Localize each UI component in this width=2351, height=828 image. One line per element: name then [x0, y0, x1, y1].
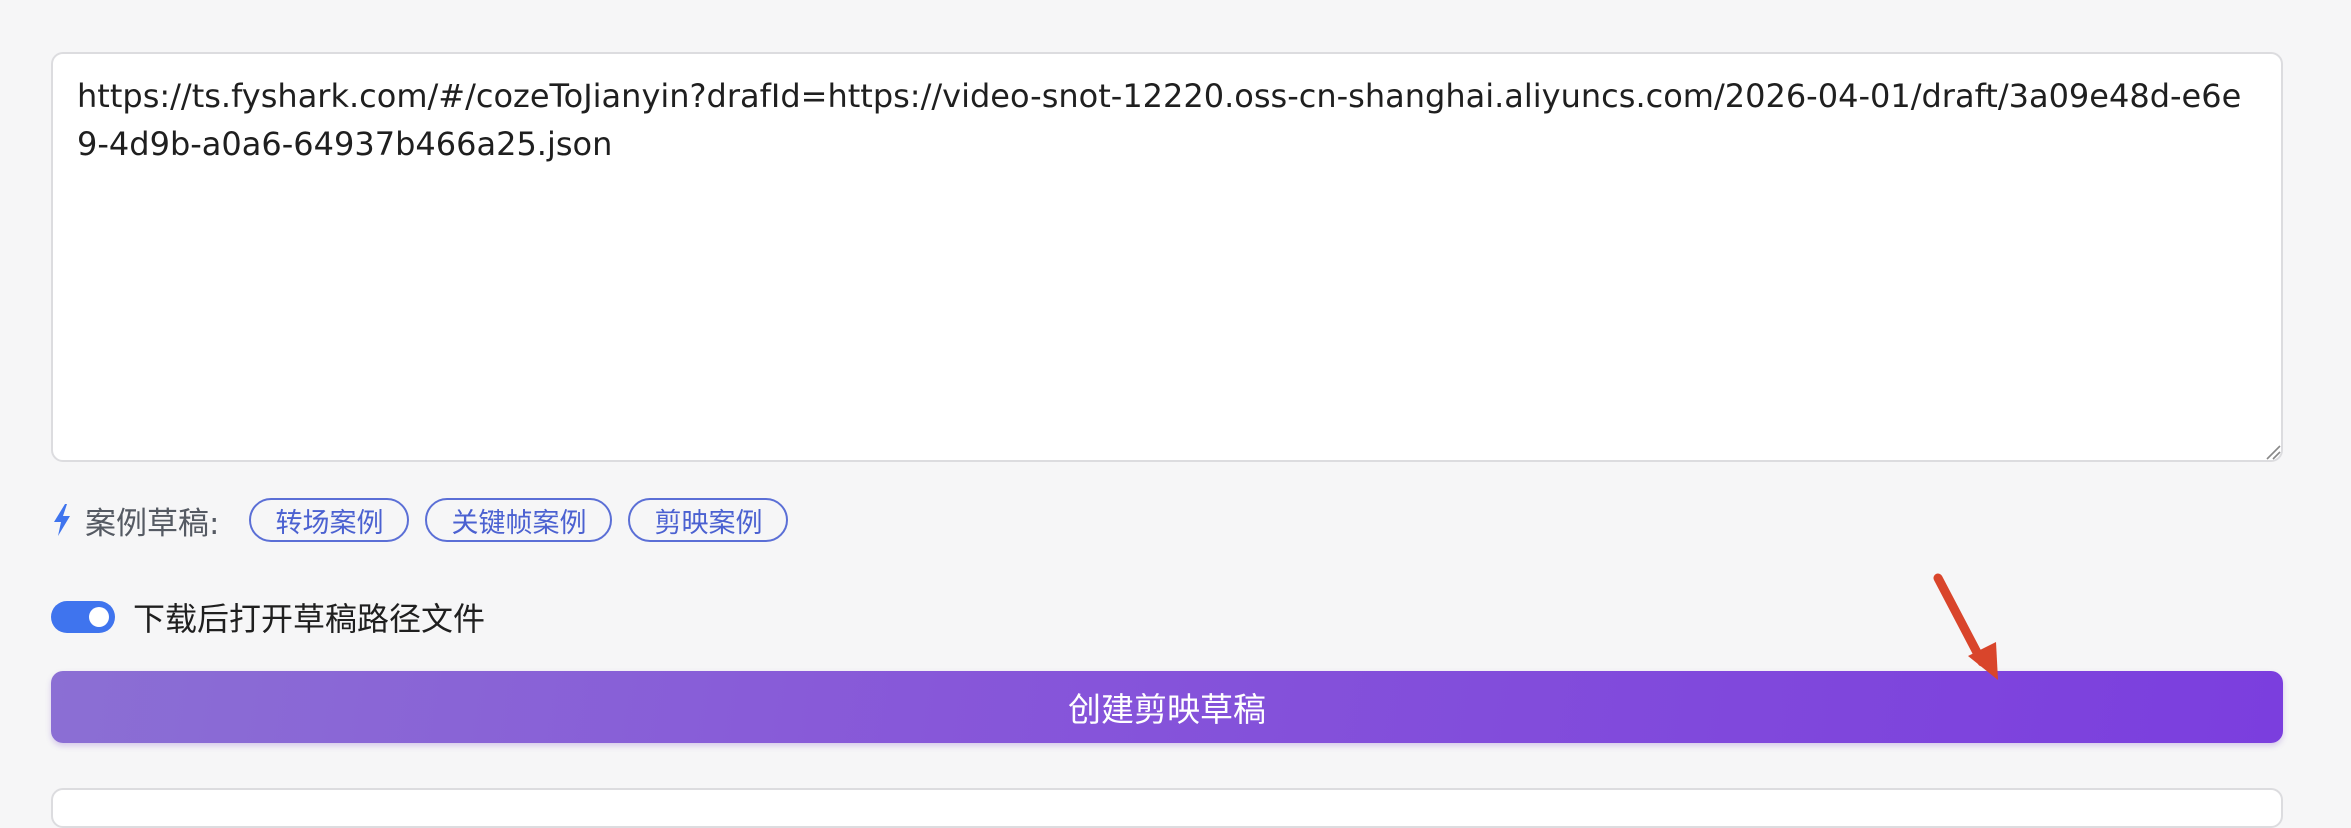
example-chip-keyframe[interactable]: 关键帧案例	[425, 498, 613, 542]
result-panel	[51, 788, 2283, 828]
example-chip-jianying[interactable]: 剪映案例	[628, 498, 789, 542]
open-after-download-toggle[interactable]	[51, 601, 115, 633]
open-after-download-label: 下载后打开草稿路径文件	[133, 600, 486, 638]
example-drafts-row: 案例草稿: 转场案例 关键帧案例 剪映案例	[51, 495, 804, 545]
example-chip-transition[interactable]: 转场案例	[249, 498, 410, 542]
resize-handle-icon[interactable]	[2265, 444, 2281, 460]
toggle-knob	[89, 607, 109, 627]
example-drafts-label: 案例草稿:	[85, 505, 220, 542]
open-after-download-row: 下载后打开草稿路径文件	[51, 592, 485, 642]
bolt-icon	[54, 504, 70, 536]
create-draft-button[interactable]: 创建剪映草稿	[51, 671, 2283, 743]
draft-url-textarea[interactable]	[51, 52, 2283, 462]
